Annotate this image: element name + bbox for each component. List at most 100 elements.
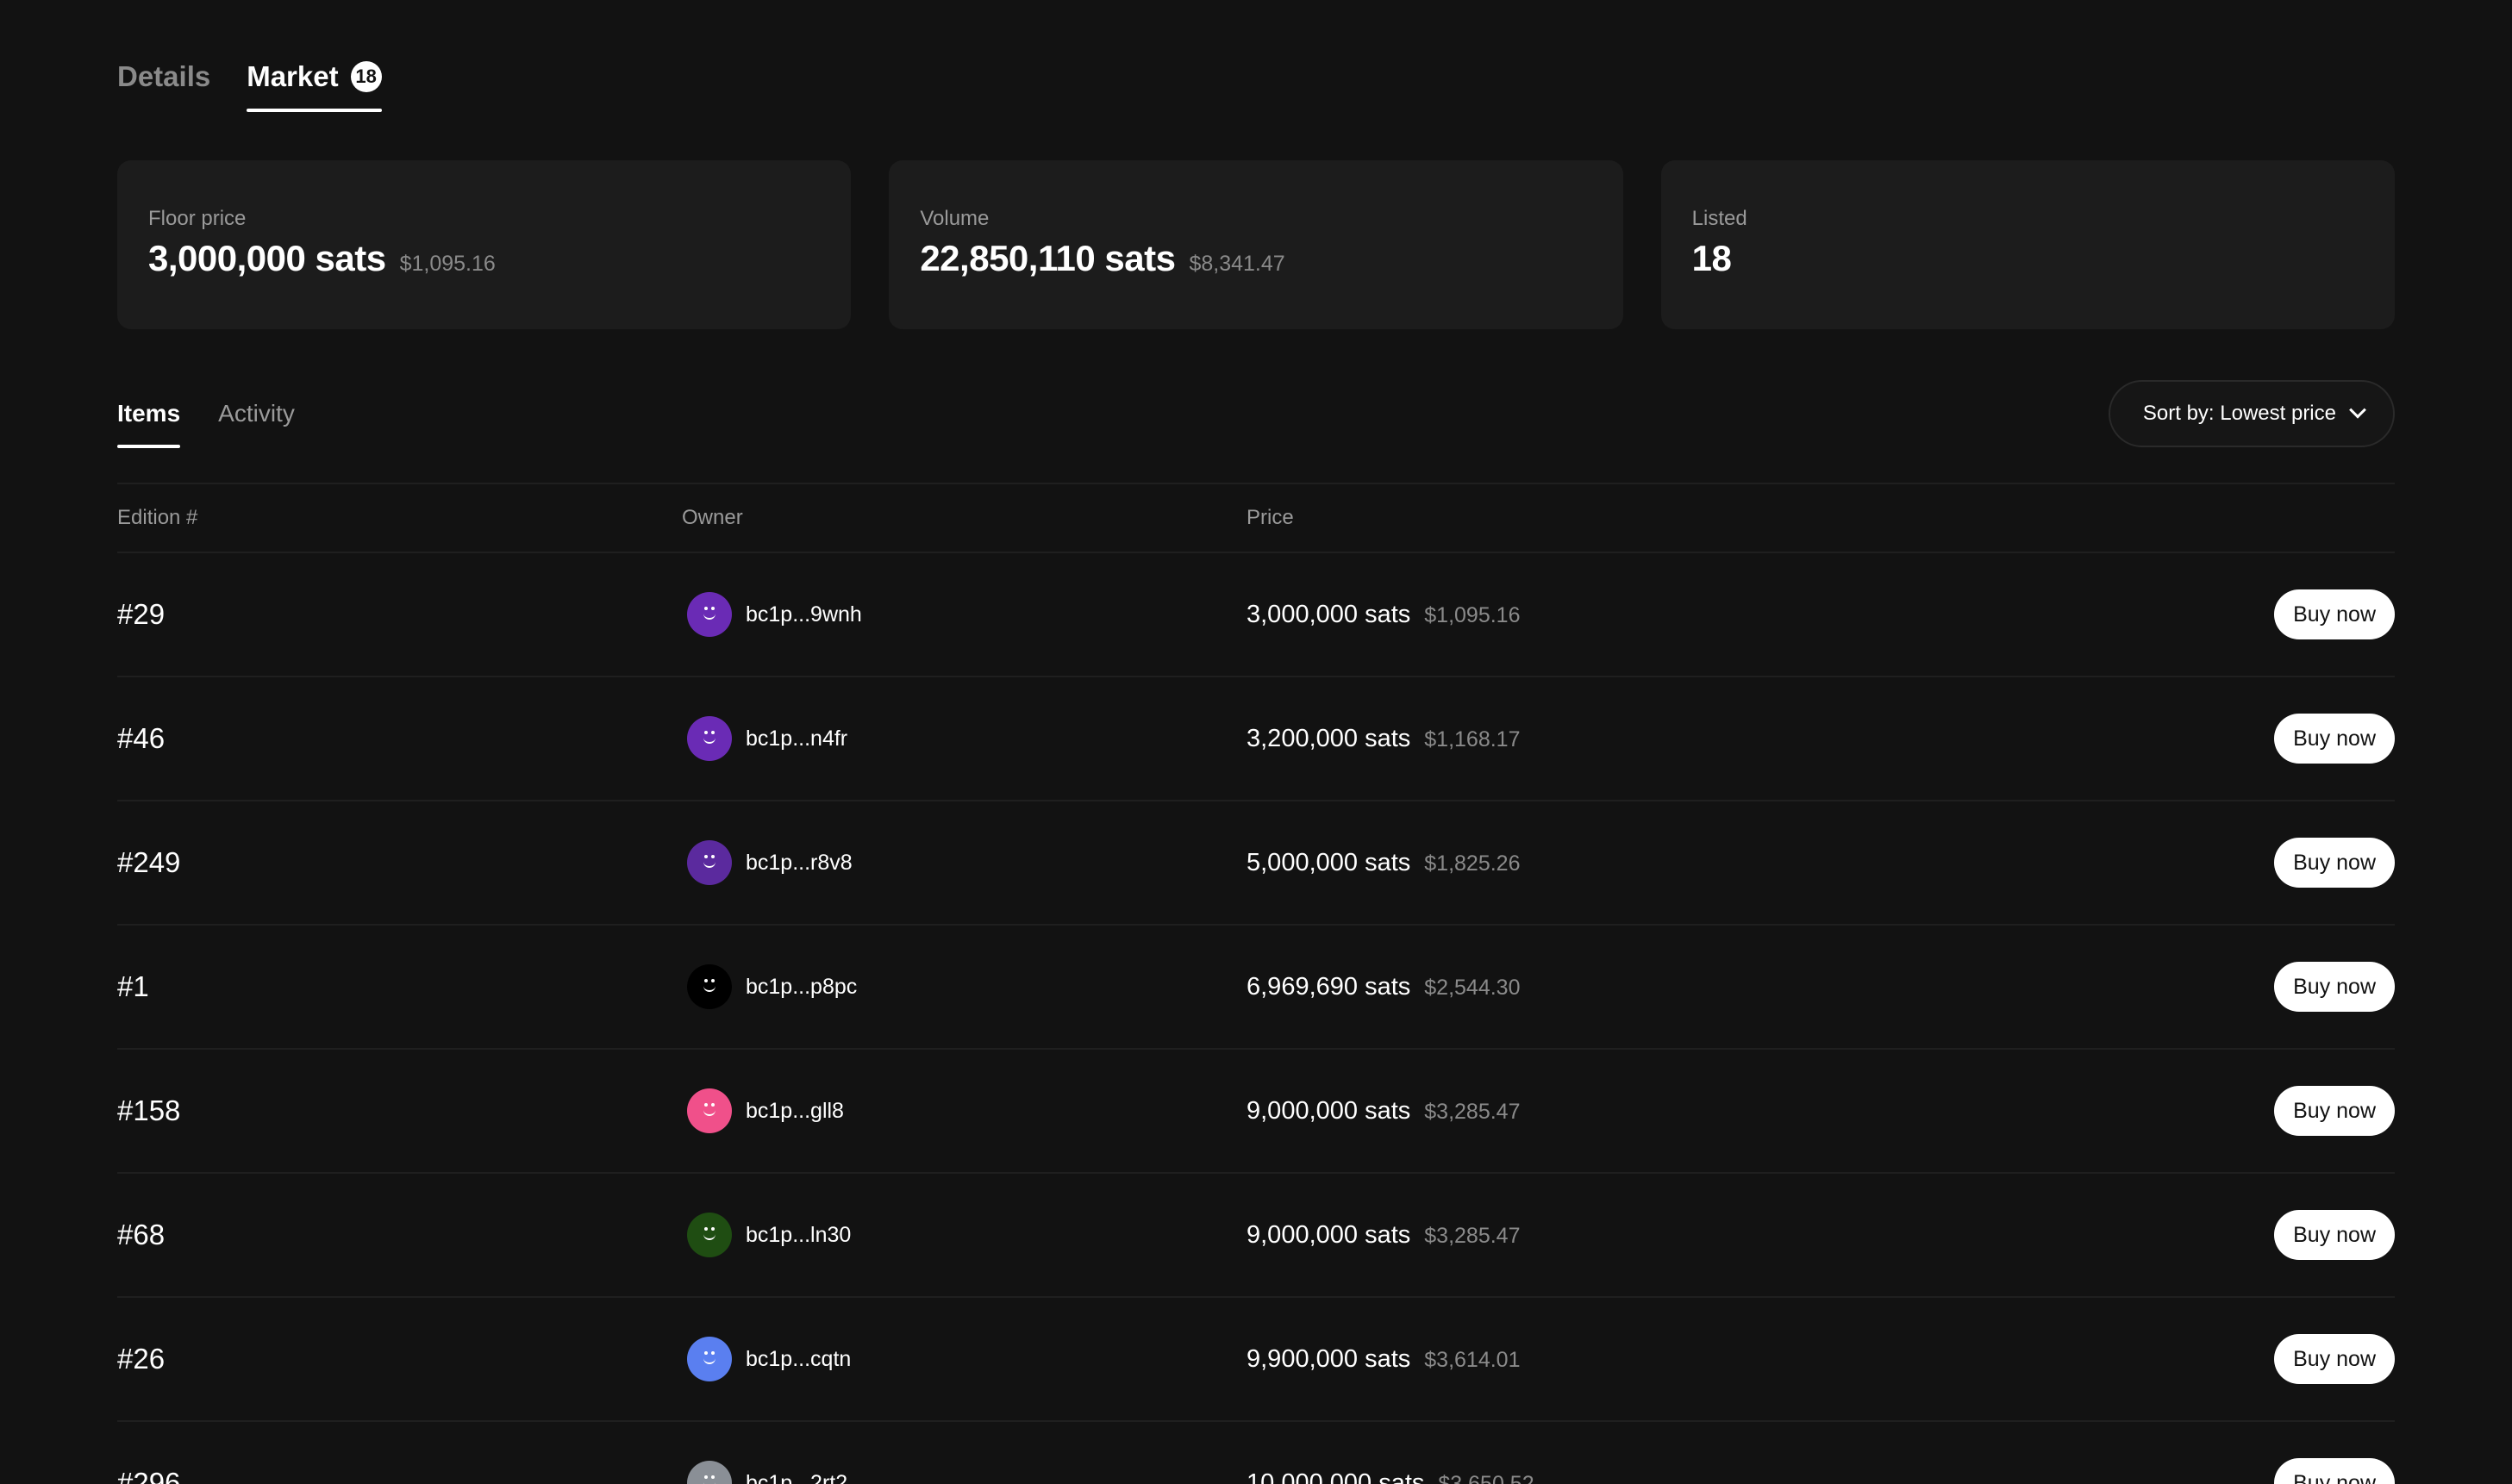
owner-cell[interactable]: bc1p...r8v8 xyxy=(682,840,1247,885)
header-price: Price xyxy=(1247,506,1294,529)
avatar xyxy=(687,716,732,761)
buy-now-button[interactable]: Buy now xyxy=(2274,1334,2395,1384)
volume-usd: $8,341.47 xyxy=(1189,252,1285,276)
table-row[interactable]: #68 bc1p...ln30 9,000,000 sats $3,285.47… xyxy=(117,1174,2395,1298)
price-cell: 9,000,000 sats $3,285.47 xyxy=(1247,1097,2222,1125)
volume-value: 22,850,110 sats xyxy=(920,238,1176,278)
owner-cell[interactable]: bc1p...ln30 xyxy=(682,1213,1247,1257)
header-edition: Edition # xyxy=(117,506,198,529)
buy-now-button[interactable]: Buy now xyxy=(2274,1210,2395,1260)
tab-market[interactable]: Market 18 xyxy=(247,60,383,112)
price-sats: 10,000,000 sats xyxy=(1247,1468,1425,1484)
table-row[interactable]: #29 bc1p...9wnh 3,000,000 sats $1,095.16… xyxy=(117,553,2395,677)
price-cell: 9,000,000 sats $3,285.47 xyxy=(1247,1221,2222,1250)
table-header: Edition # Owner Price xyxy=(117,484,2395,553)
avatar xyxy=(687,592,732,637)
price-usd: $3,285.47 xyxy=(1424,1223,1521,1248)
tab-market-label: Market xyxy=(247,60,339,92)
listed-value: 18 xyxy=(1691,238,1732,278)
price-sats: 3,200,000 sats xyxy=(1247,724,1411,752)
price-usd: $1,095.16 xyxy=(1424,602,1521,627)
owner-address: bc1p...9wnh xyxy=(746,602,862,627)
price-sats: 9,000,000 sats xyxy=(1247,1220,1411,1249)
price-usd: $3,650.52 xyxy=(1438,1471,1534,1484)
listed-label: Listed xyxy=(1691,207,1747,230)
buy-now-button[interactable]: Buy now xyxy=(2274,838,2395,888)
avatar xyxy=(687,1461,732,1484)
price-sats: 5,000,000 sats xyxy=(1247,848,1411,876)
floor-price-label: Floor price xyxy=(148,207,247,230)
owner-cell[interactable]: bc1p...n4fr xyxy=(682,716,1247,761)
volume-label: Volume xyxy=(920,207,990,230)
edition-number: #296 xyxy=(117,1467,181,1484)
owner-address: bc1p...p8pc xyxy=(746,974,858,999)
volume-card: Volume 22,850,110 sats $8,341.47 xyxy=(889,160,1623,329)
price-sats: 6,969,690 sats xyxy=(1247,972,1411,1001)
avatar xyxy=(687,1213,732,1257)
avatar xyxy=(687,840,732,885)
price-cell: 10,000,000 sats $3,650.52 xyxy=(1247,1469,2222,1484)
price-usd: $1,825.26 xyxy=(1424,851,1521,876)
buy-now-button[interactable]: Buy now xyxy=(2274,962,2395,1012)
table-row[interactable]: #296 bc1p...2rt2 10,000,000 sats $3,650.… xyxy=(117,1422,2395,1484)
tab-details-label: Details xyxy=(117,60,211,92)
price-usd: $3,285.47 xyxy=(1424,1099,1521,1124)
price-usd: $1,168.17 xyxy=(1424,726,1521,751)
market-page: Details Market 18 Floor price 3,000,000 … xyxy=(0,0,2512,1484)
price-cell: 6,969,690 sats $2,544.30 xyxy=(1247,973,2222,1001)
avatar xyxy=(687,1337,732,1381)
listings-table: Edition # Owner Price #29 bc1p...9wnh 3,… xyxy=(117,483,2395,1484)
price-usd: $3,614.01 xyxy=(1424,1347,1521,1372)
market-count-badge: 18 xyxy=(350,61,382,92)
avatar xyxy=(687,1088,732,1133)
edition-number: #158 xyxy=(117,1094,181,1126)
table-row[interactable]: #1 bc1p...p8pc 6,969,690 sats $2,544.30 … xyxy=(117,926,2395,1050)
edition-number: #26 xyxy=(117,1343,166,1375)
list-toolbar: Items Activity Sort by: Lowest price xyxy=(117,379,2395,448)
edition-number: #1 xyxy=(117,970,149,1002)
floor-price-usd: $1,095.16 xyxy=(399,252,496,276)
edition-number: #46 xyxy=(117,722,166,754)
table-row[interactable]: #158 bc1p...gll8 9,000,000 sats $3,285.4… xyxy=(117,1050,2395,1174)
edition-number: #68 xyxy=(117,1219,166,1250)
owner-address: bc1p...cqtn xyxy=(746,1346,852,1371)
buy-now-button[interactable]: Buy now xyxy=(2274,714,2395,764)
owner-address: bc1p...2rt2 xyxy=(746,1470,848,1484)
avatar xyxy=(687,964,732,1009)
price-cell: 9,900,000 sats $3,614.01 xyxy=(1247,1345,2222,1374)
price-sats: 3,000,000 sats xyxy=(1247,600,1411,628)
owner-cell[interactable]: bc1p...9wnh xyxy=(682,592,1247,637)
tab-details[interactable]: Details xyxy=(117,60,210,112)
owner-address: bc1p...gll8 xyxy=(746,1098,844,1123)
tab-items[interactable]: Items xyxy=(117,379,181,448)
floor-price-value: 3,000,000 sats xyxy=(148,238,386,278)
edition-number: #249 xyxy=(117,846,181,878)
tab-activity[interactable]: Activity xyxy=(218,379,295,448)
sort-label: Sort by: Lowest price xyxy=(2142,402,2336,425)
chevron-down-icon xyxy=(2349,401,2366,419)
floor-price-card: Floor price 3,000,000 sats $1,095.16 xyxy=(117,160,852,329)
header-owner: Owner xyxy=(682,506,743,529)
price-cell: 5,000,000 sats $1,825.26 xyxy=(1247,849,2222,877)
stats-row: Floor price 3,000,000 sats $1,095.16 Vol… xyxy=(117,160,2395,329)
sort-dropdown[interactable]: Sort by: Lowest price xyxy=(2108,380,2395,447)
table-row[interactable]: #26 bc1p...cqtn 9,900,000 sats $3,614.01… xyxy=(117,1298,2395,1422)
price-usd: $2,544.30 xyxy=(1424,975,1521,1000)
buy-now-button[interactable]: Buy now xyxy=(2274,1086,2395,1136)
owner-cell[interactable]: bc1p...cqtn xyxy=(682,1337,1247,1381)
table-row[interactable]: #249 bc1p...r8v8 5,000,000 sats $1,825.2… xyxy=(117,801,2395,926)
owner-cell[interactable]: bc1p...p8pc xyxy=(682,964,1247,1009)
buy-now-button[interactable]: Buy now xyxy=(2274,589,2395,639)
owner-address: bc1p...r8v8 xyxy=(746,850,853,875)
owner-address: bc1p...n4fr xyxy=(746,726,848,751)
owner-cell[interactable]: bc1p...gll8 xyxy=(682,1088,1247,1133)
owner-cell[interactable]: bc1p...2rt2 xyxy=(682,1461,1247,1484)
price-sats: 9,000,000 sats xyxy=(1247,1096,1411,1125)
top-tabs: Details Market 18 xyxy=(117,0,2395,112)
table-body: #29 bc1p...9wnh 3,000,000 sats $1,095.16… xyxy=(117,553,2395,1484)
sub-tabs: Items Activity xyxy=(117,379,295,448)
table-row[interactable]: #46 bc1p...n4fr 3,200,000 sats $1,168.17… xyxy=(117,677,2395,801)
edition-number: #29 xyxy=(117,598,166,630)
buy-now-button[interactable]: Buy now xyxy=(2274,1458,2395,1484)
price-cell: 3,000,000 sats $1,095.16 xyxy=(1247,601,2222,629)
